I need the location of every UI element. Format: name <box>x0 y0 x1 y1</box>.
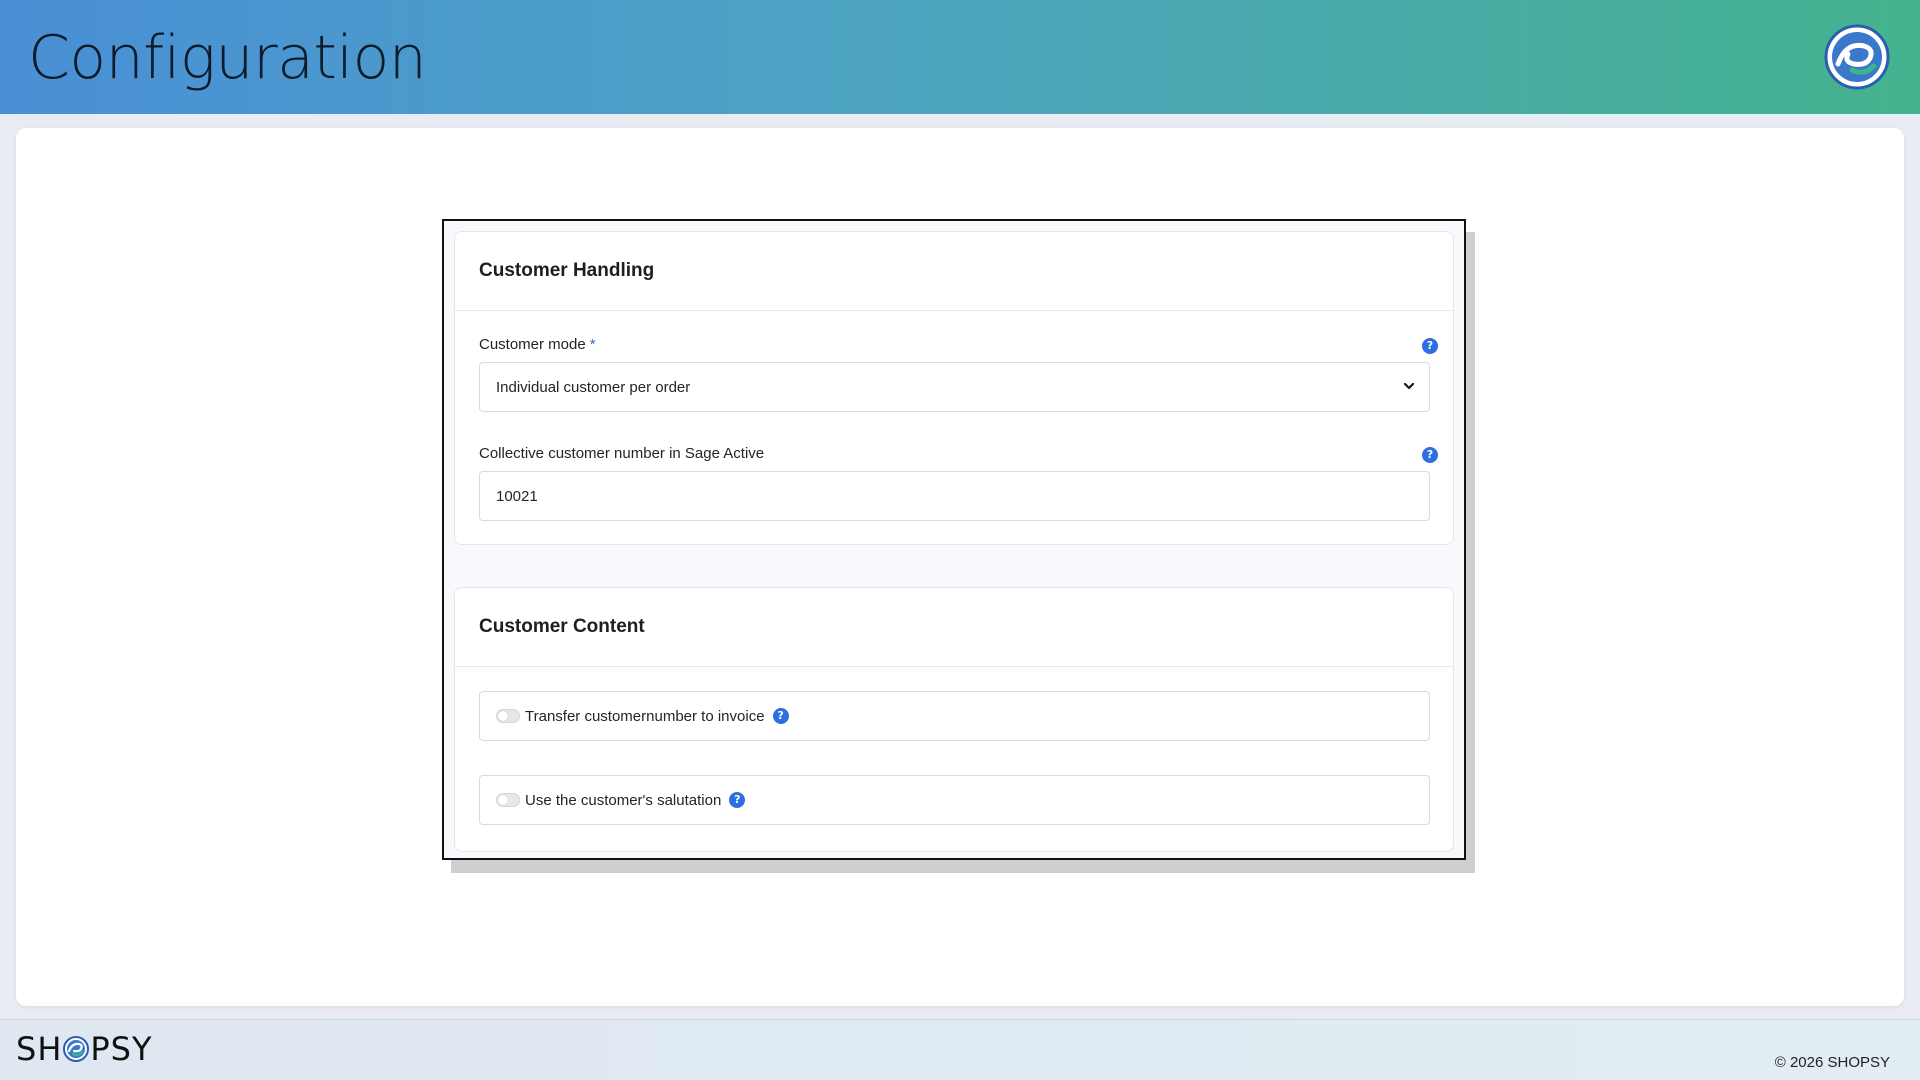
customer-mode-select[interactable]: Individual customer per order <box>479 362 1430 412</box>
footer-brand-left: SH <box>16 1030 63 1068</box>
customer-salutation-help-icon[interactable]: ? <box>729 792 746 808</box>
collective-number-value: 10021 <box>496 487 538 505</box>
transfer-customernumber-toggle[interactable] <box>496 709 520 723</box>
collective-number-help-icon[interactable]: ? <box>1422 447 1438 463</box>
configuration-frame: Customer Handling Customer mode * ? Indiv… <box>442 219 1466 860</box>
transfer-customernumber-row: Transfer customernumber to invoice ? <box>479 691 1430 741</box>
customer-mode-help-icon[interactable]: ? <box>1422 338 1438 354</box>
header-bar: Configuration <box>0 0 1920 114</box>
transfer-customernumber-label: Transfer customernumber to invoice <box>525 707 765 725</box>
page-title: Configuration <box>28 23 427 93</box>
shopsy-logo-icon[interactable] <box>1824 24 1890 90</box>
collective-number-label: Collective customer number in Sage Activ… <box>479 445 765 462</box>
footer-bar: SH PSY © 2026 SHOPSY <box>0 1019 1920 1080</box>
customer-content-card: Customer Content Transfer customernumber… <box>454 587 1454 852</box>
customer-mode-selected-value: Individual customer per order <box>496 378 691 396</box>
customer-salutation-label: Use the customer's salutation <box>525 791 722 809</box>
customer-handling-card: Customer Handling Customer mode * ? Indiv… <box>454 231 1454 545</box>
required-indicator: * <box>589 336 596 353</box>
customer-salutation-row: Use the customer's salutation ? <box>479 775 1430 825</box>
chevron-down-icon <box>1403 382 1415 390</box>
customer-mode-label: Customer mode * <box>479 336 596 353</box>
copyright-text: © 2026 SHOPSY <box>1774 1054 1890 1071</box>
footer-brand-right: PSY <box>90 1030 153 1068</box>
customer-mode-label-text: Customer mode <box>479 336 586 353</box>
brand-o-logo-icon <box>63 1036 90 1062</box>
customer-content-title: Customer Content <box>455 588 1453 667</box>
footer-brand-logo: SH PSY <box>16 1030 153 1068</box>
customer-salutation-toggle[interactable] <box>496 793 520 807</box>
customer-handling-title: Customer Handling <box>455 232 1453 311</box>
transfer-customernumber-help-icon[interactable]: ? <box>772 708 789 724</box>
collective-number-input[interactable]: 10021 <box>479 471 1430 521</box>
